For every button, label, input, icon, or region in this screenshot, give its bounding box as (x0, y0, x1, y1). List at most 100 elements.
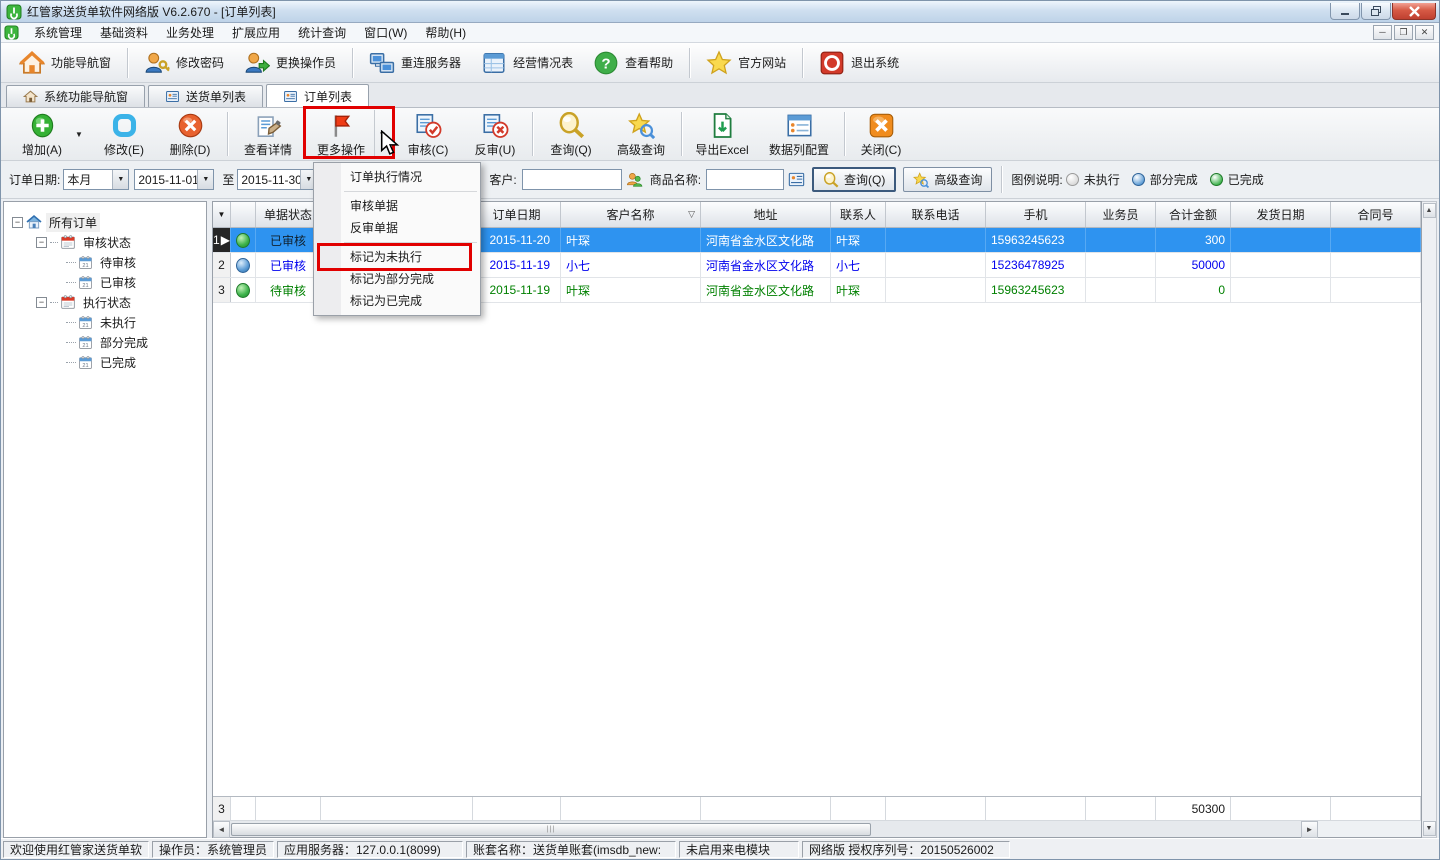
tree-leaf-item[interactable]: 21待审核 (6, 252, 204, 272)
action-button[interactable]: 高级查询 (609, 110, 673, 158)
product-lookup-icon[interactable] (788, 172, 805, 187)
advanced-query-button[interactable]: 高级查询 (903, 167, 992, 192)
tree-group-item[interactable]: −执行状态 (6, 292, 204, 312)
toolbar-button[interactable]: 更换操作员 (234, 46, 346, 80)
action-button[interactable]: 关闭(C) (853, 110, 909, 158)
tree-leaf-item[interactable]: 21未执行 (6, 312, 204, 332)
date-preset-combo[interactable]: 本月 ▼ (63, 169, 129, 190)
tab-item[interactable]: 送货单列表 (148, 85, 263, 107)
mdi-restore-button[interactable]: ❐ (1394, 25, 1413, 40)
toolbar-button[interactable]: ?查看帮助 (583, 46, 683, 80)
action-button[interactable]: 查询(Q) (541, 110, 601, 158)
column-header-status[interactable]: 单据状态 (256, 202, 321, 227)
column-header-mobile[interactable]: 手机 (986, 202, 1086, 227)
chevron-down-icon[interactable]: ▼ (197, 170, 213, 189)
tree-expander[interactable]: − (12, 217, 23, 228)
action-button-wrap: 删除(D) (161, 110, 219, 158)
column-header-total[interactable]: 合计金额 (1156, 202, 1231, 227)
toolbar-button[interactable]: 修改密码 (134, 46, 234, 80)
column-header-salesman[interactable]: 业务员 (1086, 202, 1156, 227)
date-to-combo[interactable]: 2015-11-30 ▼ (237, 169, 317, 190)
mdi-minimize-button[interactable]: ─ (1373, 25, 1392, 40)
scroll-right-arrow[interactable]: ► (1301, 821, 1318, 838)
tree-expander[interactable]: − (36, 297, 47, 308)
date-from-combo[interactable]: 2015-11-01 ▼ (134, 169, 214, 190)
toolbar-separator (532, 112, 533, 156)
action-button[interactable]: 更多操作 (308, 110, 374, 158)
product-name-input[interactable] (706, 169, 784, 190)
cell-salesman (1086, 228, 1156, 252)
menubar-item[interactable]: 基础资料 (91, 22, 157, 43)
query-button[interactable]: 查询(Q) (812, 167, 896, 192)
column-header-contact[interactable]: 联系人 (831, 202, 886, 227)
column-header-phone[interactable]: 联系电话 (886, 202, 986, 227)
status-panel: 未启用来电模块 (679, 841, 799, 858)
context-menu-item[interactable]: 订单执行情况 (314, 166, 480, 188)
status-panel: 应用服务器：127.0.0.1(8099) (277, 841, 463, 858)
context-menu-item[interactable]: 反审单据 (314, 217, 480, 239)
action-button[interactable]: 导出Excel (690, 110, 754, 158)
column-header-date[interactable]: 订单日期 (473, 202, 561, 227)
close-button[interactable] (1392, 3, 1436, 20)
menubar-item[interactable]: 扩展应用 (223, 22, 289, 43)
cell-date: 2015-11-20 (473, 228, 561, 252)
tab-label: 送货单列表 (186, 88, 246, 105)
toolbar-button-label: 重连服务器 (401, 54, 461, 71)
dropdown-arrow-button[interactable]: ▼ (71, 110, 87, 158)
context-menu-item[interactable]: 标记为已完成 (314, 290, 480, 312)
action-button-label: 修改(E) (104, 141, 144, 158)
horizontal-scroll-thumb[interactable]: ||| (231, 823, 871, 836)
column-header-shipdate[interactable]: 发货日期 (1231, 202, 1331, 227)
action-button[interactable]: 删除(D) (161, 110, 219, 158)
column-header-selector[interactable]: ▼ (213, 202, 231, 227)
column-header-address[interactable]: 地址 (701, 202, 831, 227)
mdi-close-button[interactable]: ✕ (1415, 25, 1434, 40)
action-button[interactable]: 修改(E) (95, 110, 153, 158)
legend-label: 部分完成 (1150, 171, 1198, 188)
tree-item-all-orders[interactable]: −所有订单 (6, 212, 204, 232)
action-button-label: 反审(U) (475, 141, 516, 158)
menubar-item[interactable]: 统计查询 (289, 22, 355, 43)
tab-active-item[interactable]: 订单列表 (266, 84, 369, 107)
tree-leaf-label: 待审核 (97, 253, 139, 272)
chevron-down-icon[interactable]: ▼ (112, 170, 128, 189)
menubar-item[interactable]: 系统管理 (25, 22, 91, 43)
action-button-label: 更多操作 (317, 141, 365, 158)
cell-customer: 叶琛 (561, 228, 701, 252)
scroll-left-arrow[interactable]: ◄ (213, 821, 230, 838)
restore-button[interactable] (1361, 3, 1391, 20)
tree-leaf-item[interactable]: 21已审核 (6, 272, 204, 292)
column-header-contract[interactable]: 合同号 (1331, 202, 1421, 227)
action-button[interactable]: 查看详情 (236, 110, 300, 158)
column-header-customer[interactable]: 客户名称▽ (561, 202, 701, 227)
menubar-item[interactable]: 业务处理 (157, 22, 223, 43)
action-button[interactable]: 反审(U) (466, 110, 524, 158)
scroll-down-arrow[interactable]: ▼ (1423, 821, 1436, 836)
toolbar-button[interactable]: 重连服务器 (359, 46, 471, 80)
context-menu-item[interactable]: 标记为部分完成 (314, 268, 480, 290)
tree-leaf-item[interactable]: 21部分完成 (6, 332, 204, 352)
grid-summary-row: 350300 (213, 796, 1421, 820)
action-button[interactable]: 增加(A) (13, 110, 71, 158)
toolbar-button[interactable]: 退出系统 (809, 46, 909, 80)
toolbar-button[interactable]: 功能导航窗 (9, 46, 121, 80)
action-button[interactable]: 审核(C) (398, 110, 458, 158)
toolbar-button[interactable]: 官方网站 (696, 46, 796, 80)
context-menu-item[interactable]: 标记为未执行 (314, 246, 480, 268)
action-button[interactable]: 数据列配置 (762, 110, 836, 158)
customer-input[interactable] (522, 169, 622, 190)
menubar-item[interactable]: 窗口(W) (355, 22, 416, 43)
menubar-item[interactable]: 帮助(H) (416, 22, 475, 43)
dropdown-arrow-button[interactable]: ▼ (374, 110, 390, 158)
toolbar-button[interactable]: 经营情况表 (471, 46, 583, 80)
tree-expander[interactable]: − (36, 237, 47, 248)
scroll-up-arrow[interactable]: ▲ (1423, 203, 1436, 218)
customer-lookup-icon[interactable] (626, 171, 643, 188)
column-header-state[interactable] (231, 202, 256, 227)
tree-leaf-item[interactable]: 21已完成 (6, 352, 204, 372)
minimize-button[interactable] (1330, 3, 1360, 20)
toolbar-separator (227, 112, 228, 156)
tree-group-item[interactable]: −审核状态 (6, 232, 204, 252)
tab-item[interactable]: 系统功能导航窗 (6, 85, 145, 107)
context-menu-item[interactable]: 审核单据 (314, 195, 480, 217)
